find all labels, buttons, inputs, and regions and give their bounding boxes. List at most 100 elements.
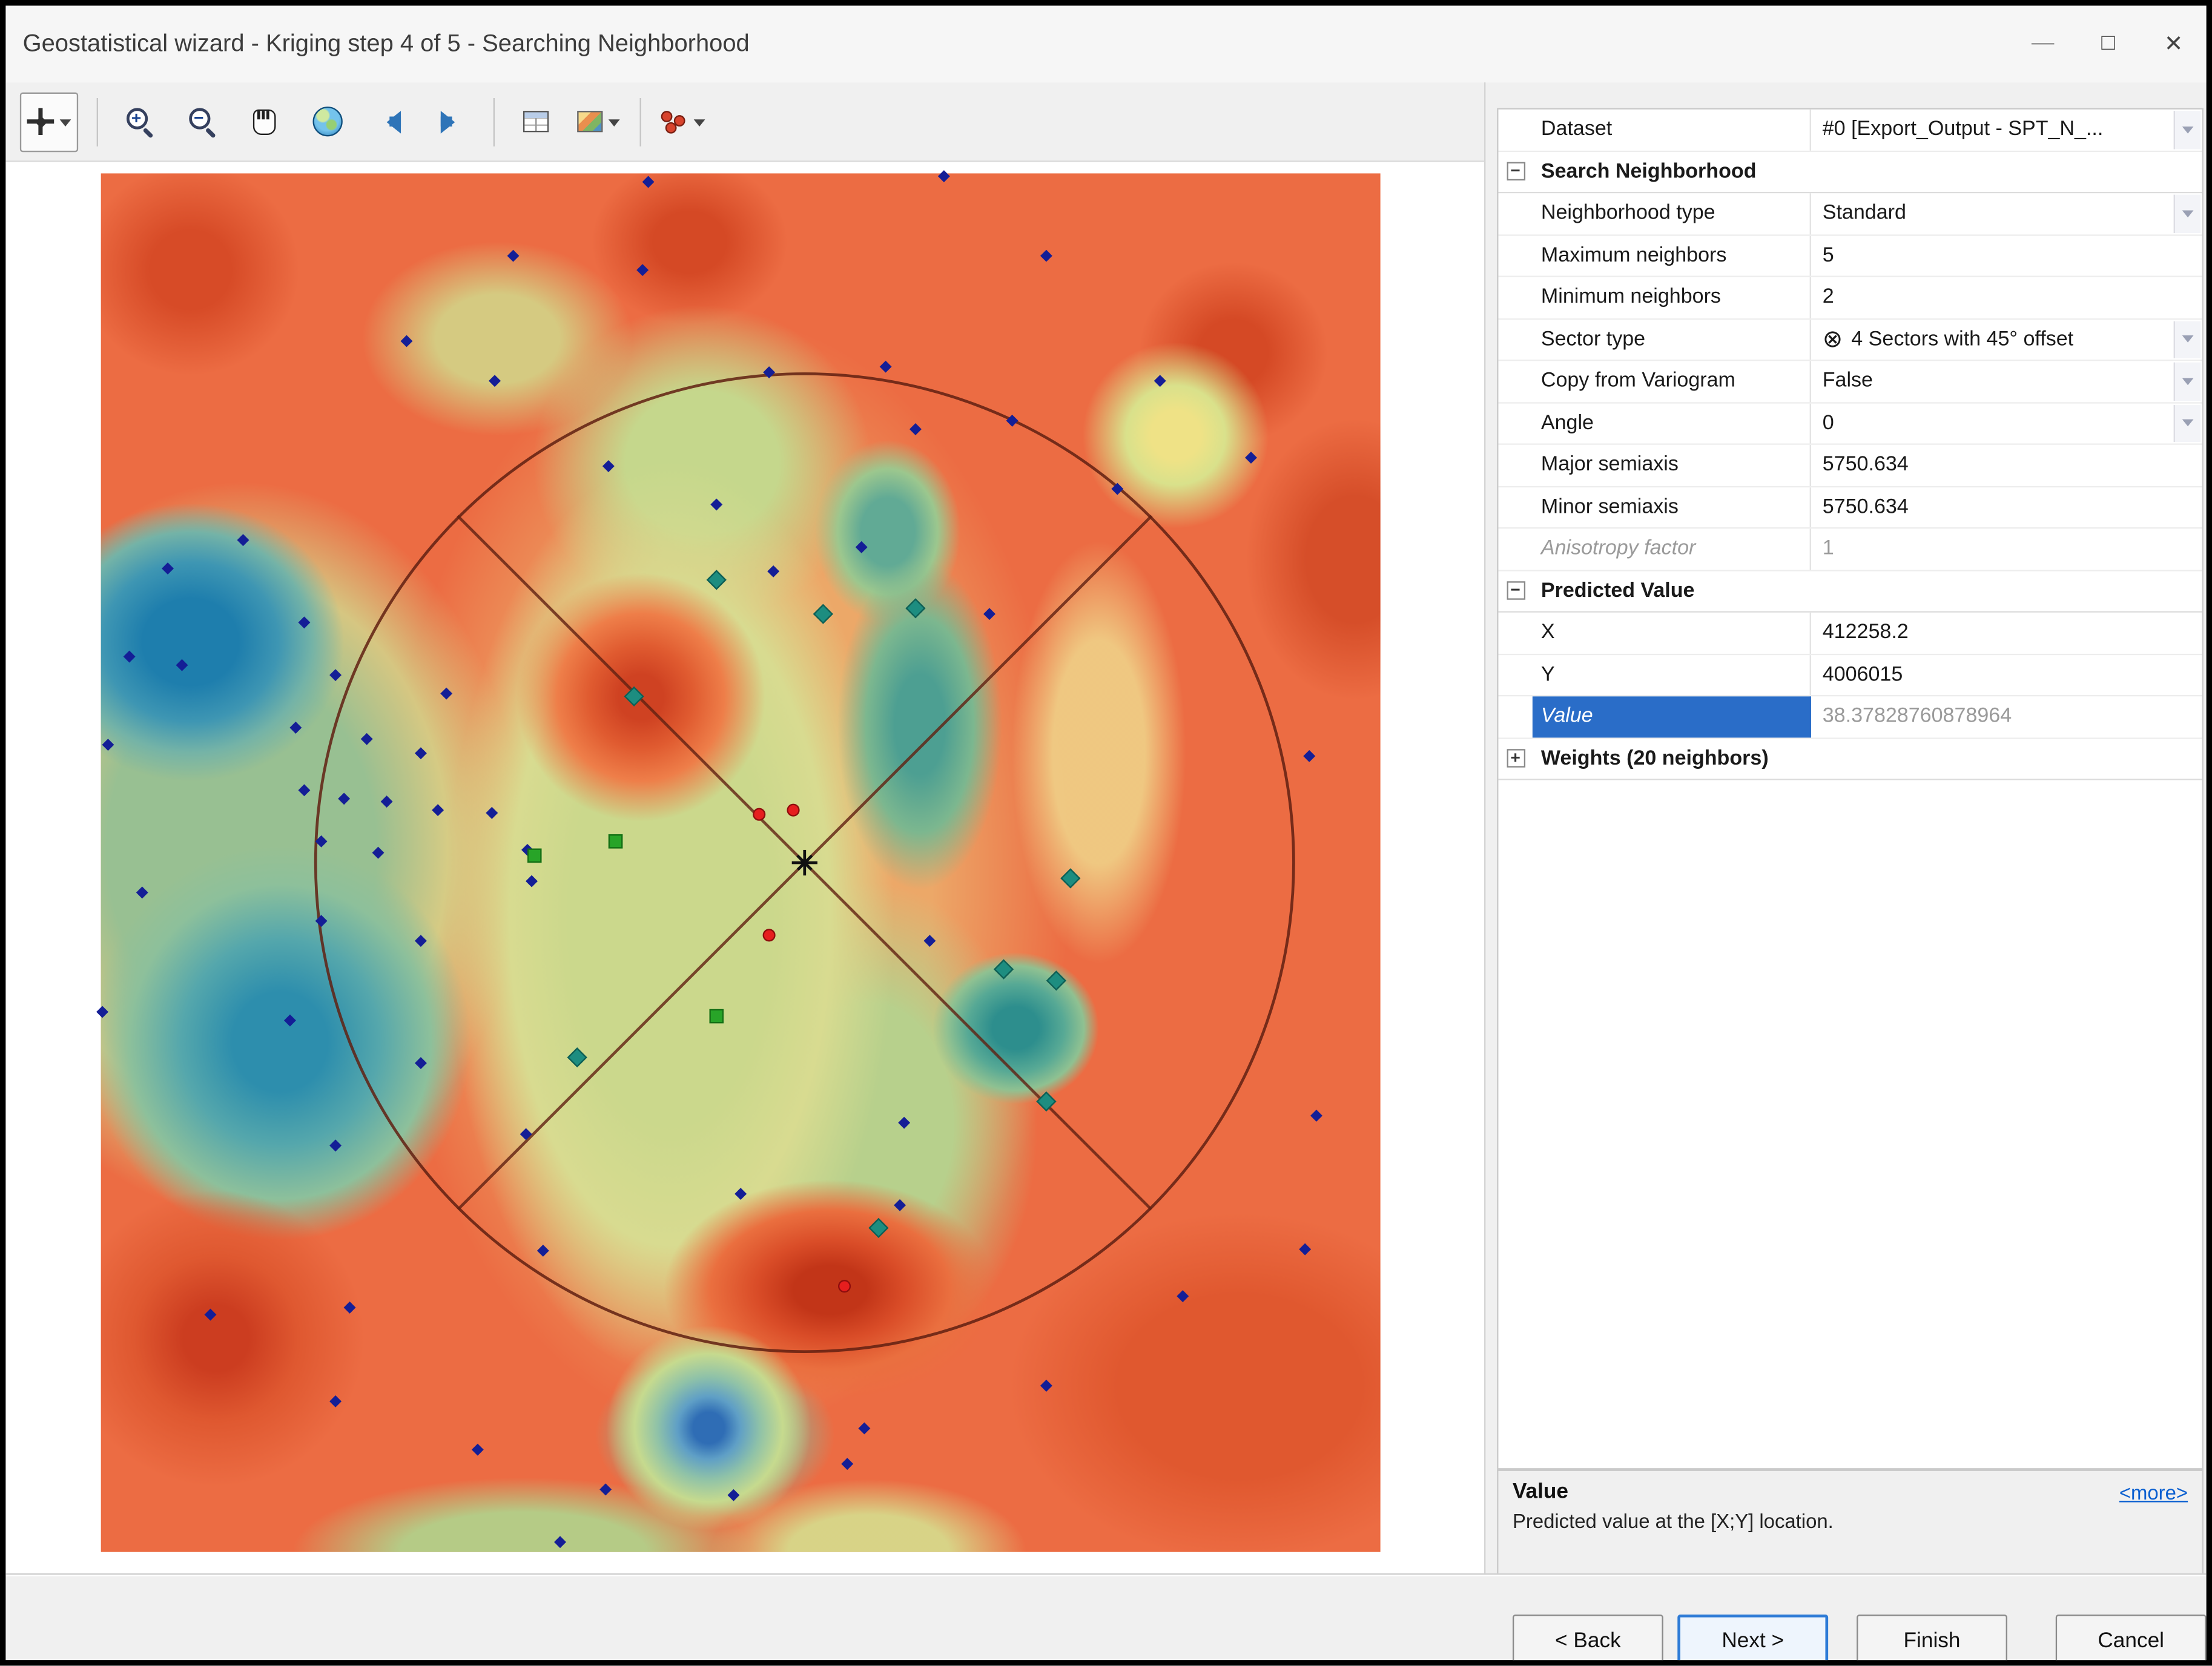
dropdown-button[interactable]	[2174, 404, 2201, 442]
help-box: Value <more> Predicted value at the [X;Y…	[1497, 1470, 2204, 1575]
red-sample-point	[763, 929, 776, 941]
toolbar-separator	[494, 97, 495, 146]
property-row-major-semiaxis[interactable]: Major semiaxis5750.634	[1498, 445, 2202, 487]
footer-bar: < Back Next > Finish Cancel	[5, 1573, 2206, 1660]
property-label: Sector type	[1533, 319, 1811, 360]
property-section-weights-20-neighbors[interactable]: +Weights (20 neighbors)	[1498, 739, 2202, 780]
attribute-table-button[interactable]	[506, 91, 566, 151]
property-value-text: 4 Sectors with 45° offset	[1851, 319, 2073, 360]
navy-sample-point	[858, 1422, 870, 1434]
neighbor-points-button[interactable]	[653, 91, 713, 151]
back-button[interactable]: < Back	[1513, 1615, 1663, 1666]
next-extent-button[interactable]	[422, 91, 482, 151]
zoom-out-button[interactable]: −	[172, 91, 232, 151]
expand-icon[interactable]: +	[1498, 739, 1532, 779]
pan-button[interactable]	[234, 91, 294, 151]
chevron-down-icon[interactable]	[609, 119, 620, 131]
property-value-text: 4006015	[1823, 654, 1903, 695]
chevron-down-icon[interactable]	[694, 119, 705, 131]
hand-icon	[253, 109, 276, 134]
property-value[interactable]: 5750.634	[1811, 445, 2202, 486]
map-toolbar: + −	[5, 82, 1484, 162]
help-text: Predicted value at the [X;Y] location.	[1513, 1509, 2188, 1532]
finish-button[interactable]: Finish	[1857, 1615, 2007, 1666]
navy-sample-point	[938, 170, 950, 182]
zoom-in-button[interactable]: +	[110, 91, 170, 151]
dropdown-button[interactable]	[2174, 195, 2201, 232]
navy-sample-point	[1310, 1110, 1322, 1122]
close-icon[interactable]: ✕	[2141, 16, 2207, 73]
property-row-maximum-neighbors[interactable]: Maximum neighbors5	[1498, 235, 2202, 277]
navy-sample-point	[880, 361, 892, 373]
property-row-minor-semiaxis[interactable]: Minor semiaxis5750.634	[1498, 487, 2202, 528]
surface-layer-button[interactable]	[569, 91, 629, 151]
navy-sample-point	[329, 1139, 342, 1151]
dropdown-button[interactable]	[2174, 320, 2201, 358]
property-value[interactable]: Standard	[1811, 193, 2202, 234]
navy-sample-point	[636, 264, 649, 276]
property-row-x[interactable]: X412258.2	[1498, 613, 2202, 654]
property-value[interactable]: 2	[1811, 277, 2202, 318]
cancel-button[interactable]: Cancel	[2056, 1615, 2207, 1666]
property-row-value[interactable]: Value38.37828760878964	[1498, 696, 2202, 738]
navy-sample-point	[472, 1444, 484, 1456]
navy-sample-point	[642, 176, 655, 188]
property-label: Weights (20 neighbors)	[1533, 739, 2202, 779]
next-button[interactable]: Next >	[1677, 1615, 1828, 1666]
property-value[interactable]: 1	[1811, 528, 2202, 569]
globe-icon	[312, 107, 342, 136]
property-row-dataset[interactable]: Dataset#0 [Export_Output - SPT_N_...	[1498, 110, 2202, 151]
property-row-minimum-neighbors[interactable]: Minimum neighbors2	[1498, 277, 2202, 319]
property-row-y[interactable]: Y4006015	[1498, 654, 2202, 696]
property-label: Minor semiaxis	[1533, 487, 1811, 527]
property-value[interactable]: 412258.2	[1811, 613, 2202, 653]
navy-sample-point	[1303, 750, 1315, 762]
property-row-sector-type[interactable]: Sector type⊗4 Sectors with 45° offset	[1498, 319, 2202, 361]
dropdown-button[interactable]	[2174, 111, 2201, 148]
row-gutter	[1498, 361, 1532, 401]
property-row-copy-from-variogram[interactable]: Copy from VariogramFalse	[1498, 361, 2202, 403]
navy-sample-point	[489, 375, 501, 387]
kriging-surface[interactable]	[101, 173, 1381, 1552]
property-label: Neighborhood type	[1533, 193, 1811, 234]
navy-sample-point	[1040, 250, 1052, 262]
property-grid-rows: Dataset#0 [Export_Output - SPT_N_...−Sea…	[1498, 110, 2202, 780]
row-gutter	[1498, 487, 1532, 527]
row-gutter	[1498, 403, 1532, 444]
maximize-icon[interactable]: □	[2076, 16, 2141, 73]
toolbar-separator	[97, 97, 98, 146]
map-area	[5, 162, 1484, 1575]
property-value[interactable]: 5	[1811, 235, 2202, 276]
row-gutter	[1498, 110, 1532, 150]
raster-surface-icon	[577, 111, 603, 132]
property-value[interactable]: 5750.634	[1811, 487, 2202, 527]
property-value[interactable]: 0	[1811, 403, 2202, 444]
property-section-predicted-value[interactable]: −Predicted Value	[1498, 571, 2202, 613]
previous-extent-button[interactable]	[360, 91, 420, 151]
property-value[interactable]: ⊗4 Sectors with 45° offset	[1811, 319, 2202, 360]
dropdown-button[interactable]	[2174, 363, 2201, 400]
collapse-icon[interactable]: −	[1498, 151, 1532, 192]
property-row-anisotropy-factor[interactable]: Anisotropy factor1	[1498, 528, 2202, 570]
property-value[interactable]: False	[1811, 361, 2202, 401]
property-row-neighborhood-type[interactable]: Neighborhood typeStandard	[1498, 193, 2202, 235]
property-value[interactable]: #0 [Export_Output - SPT_N_...	[1811, 110, 2202, 150]
property-label: Minimum neighbors	[1533, 277, 1811, 318]
chevron-down-icon[interactable]	[60, 119, 71, 131]
navigate-tool-button[interactable]	[20, 91, 78, 151]
navy-sample-point	[400, 335, 412, 347]
navy-sample-point	[1245, 452, 1257, 464]
navy-sample-point	[237, 534, 249, 546]
property-value[interactable]: 38.37828760878964	[1811, 696, 2202, 737]
row-gutter	[1498, 235, 1532, 276]
more-link[interactable]: <more>	[2119, 1480, 2188, 1503]
minimize-icon[interactable]: —	[2010, 16, 2076, 73]
property-value-text: 0	[1823, 403, 1834, 444]
property-row-angle[interactable]: Angle0	[1498, 403, 2202, 445]
property-value[interactable]: 4006015	[1811, 654, 2202, 695]
property-section-search-neighborhood[interactable]: −Search Neighborhood	[1498, 151, 2202, 193]
collapse-icon[interactable]: −	[1498, 571, 1532, 611]
property-value-text: #0 [Export_Output - SPT_N_...	[1823, 110, 2104, 150]
full-extent-button[interactable]	[297, 91, 357, 151]
red-sample-point	[787, 804, 799, 817]
